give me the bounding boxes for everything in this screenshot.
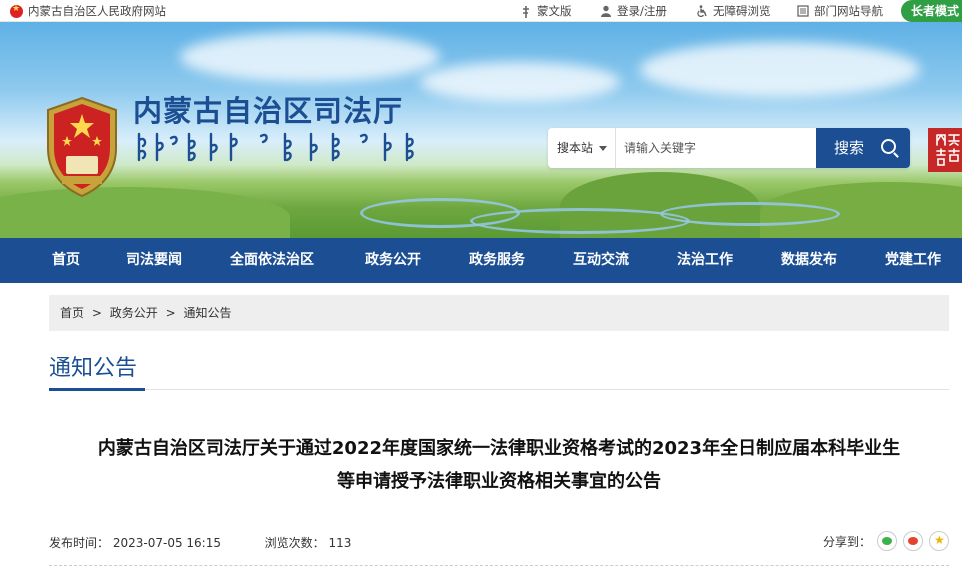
site-title-mongolian (135, 130, 435, 169)
share-bar: 分享到： (823, 531, 950, 551)
header-banner: 内蒙古自治区司法厅 搜本站 搜索 (0, 22, 962, 238)
publish-time: 2023-07-05 16:15 (112, 536, 221, 550)
site-title: 内蒙古自治区司法厅 (133, 94, 404, 128)
login-register-label: 登录/注册 (617, 4, 667, 18)
article-title-line-1: 内蒙古自治区司法厅关于通过2022年度国家统一法律职业资格考试的2023年全日制… (97, 438, 901, 459)
article-title: 内蒙古自治区司法厅关于通过2022年度国家统一法律职业资格考试的2023年全日制… (49, 432, 949, 498)
nav-item-rule-of-law[interactable]: 全面依法治区 (230, 238, 314, 283)
article-title-line-2: 等申请授予法律职业资格相关事宜的公告 (337, 471, 661, 492)
article-meta: 发布时间： 2023-07-05 16:15 浏览次数： 113 (49, 534, 351, 551)
wechat-share-icon[interactable] (877, 531, 898, 551)
user-icon (600, 5, 612, 17)
search-input[interactable] (618, 128, 818, 168)
content-divider (49, 565, 949, 566)
breadcrumb-government-affairs[interactable]: 政务公开 (110, 306, 158, 320)
section-accent-bar (49, 388, 145, 391)
gov-site-label: 内蒙古自治区人民政府网站 (28, 4, 166, 18)
nav-item-home[interactable]: 首页 (52, 238, 80, 283)
nav-item-interaction[interactable]: 互动交流 (573, 238, 629, 283)
section-divider (49, 389, 949, 390)
login-register-link[interactable]: 登录/注册 (600, 3, 667, 19)
view-count-label: 浏览次数： (264, 536, 325, 550)
breadcrumb-home[interactable]: 首页 (60, 306, 84, 320)
publish-time-label: 发布时间： (49, 536, 110, 550)
nav-item-government-affairs[interactable]: 政务公开 (365, 238, 421, 283)
breadcrumb-separator: > (165, 306, 176, 320)
department-nav-link[interactable]: 部门网站导航 (797, 3, 883, 19)
nav-item-data-release[interactable]: 数据发布 (781, 238, 837, 283)
accessibility-label: 无障碍浏览 (713, 4, 771, 18)
mongolian-version-link[interactable]: 蒙文版 (520, 3, 572, 19)
mongolian-script-icon (520, 5, 532, 18)
nav-item-government-services[interactable]: 政务服务 (469, 238, 525, 283)
search-scope-select[interactable]: 搜本站 (548, 128, 616, 168)
elder-mode-button[interactable]: 长者模式 (901, 0, 962, 22)
search-icon (881, 139, 896, 154)
gov-site-link[interactable]: 内蒙古自治区人民政府网站 (10, 3, 166, 19)
top-utility-bar: 内蒙古自治区人民政府网站 蒙文版 登录/注册 无障碍浏览 部门网站导航 长者模式 (0, 0, 962, 22)
breadcrumb-separator: > (91, 306, 102, 320)
accessibility-icon (696, 5, 708, 18)
section-title: 通知公告 (49, 356, 138, 381)
national-emblem-icon (10, 4, 23, 18)
nav-item-legal-work[interactable]: 法治工作 (677, 238, 733, 283)
share-label: 分享到： (823, 534, 872, 549)
procuratorate-emblem-icon (47, 96, 117, 198)
breadcrumb-notices[interactable]: 通知公告 (183, 306, 231, 320)
qzone-share-icon[interactable] (929, 531, 950, 551)
nav-item-judicial-news[interactable]: 司法要闻 (126, 238, 182, 283)
main-nav: 首页 司法要闻 全面依法治区 政务公开 政务服务 互动交流 法治工作 数据发布 … (0, 238, 962, 283)
list-icon (797, 5, 809, 17)
breadcrumb: 首页 > 政务公开 > 通知公告 (49, 295, 949, 331)
chevron-down-icon (599, 146, 608, 151)
mongolian-version-label: 蒙文版 (537, 4, 572, 18)
search-box: 搜本站 搜索 (548, 128, 910, 168)
department-nav-label: 部门网站导航 (814, 4, 883, 18)
inner-mongolia-seal-logo (928, 128, 962, 172)
accessibility-link[interactable]: 无障碍浏览 (696, 3, 771, 19)
view-count: 113 (328, 536, 352, 550)
nav-item-party-building[interactable]: 党建工作 (885, 238, 941, 283)
search-button-label: 搜索 (834, 139, 865, 157)
weibo-share-icon[interactable] (903, 531, 924, 551)
search-button[interactable]: 搜索 (816, 128, 910, 168)
search-scope-label: 搜本站 (557, 141, 594, 155)
